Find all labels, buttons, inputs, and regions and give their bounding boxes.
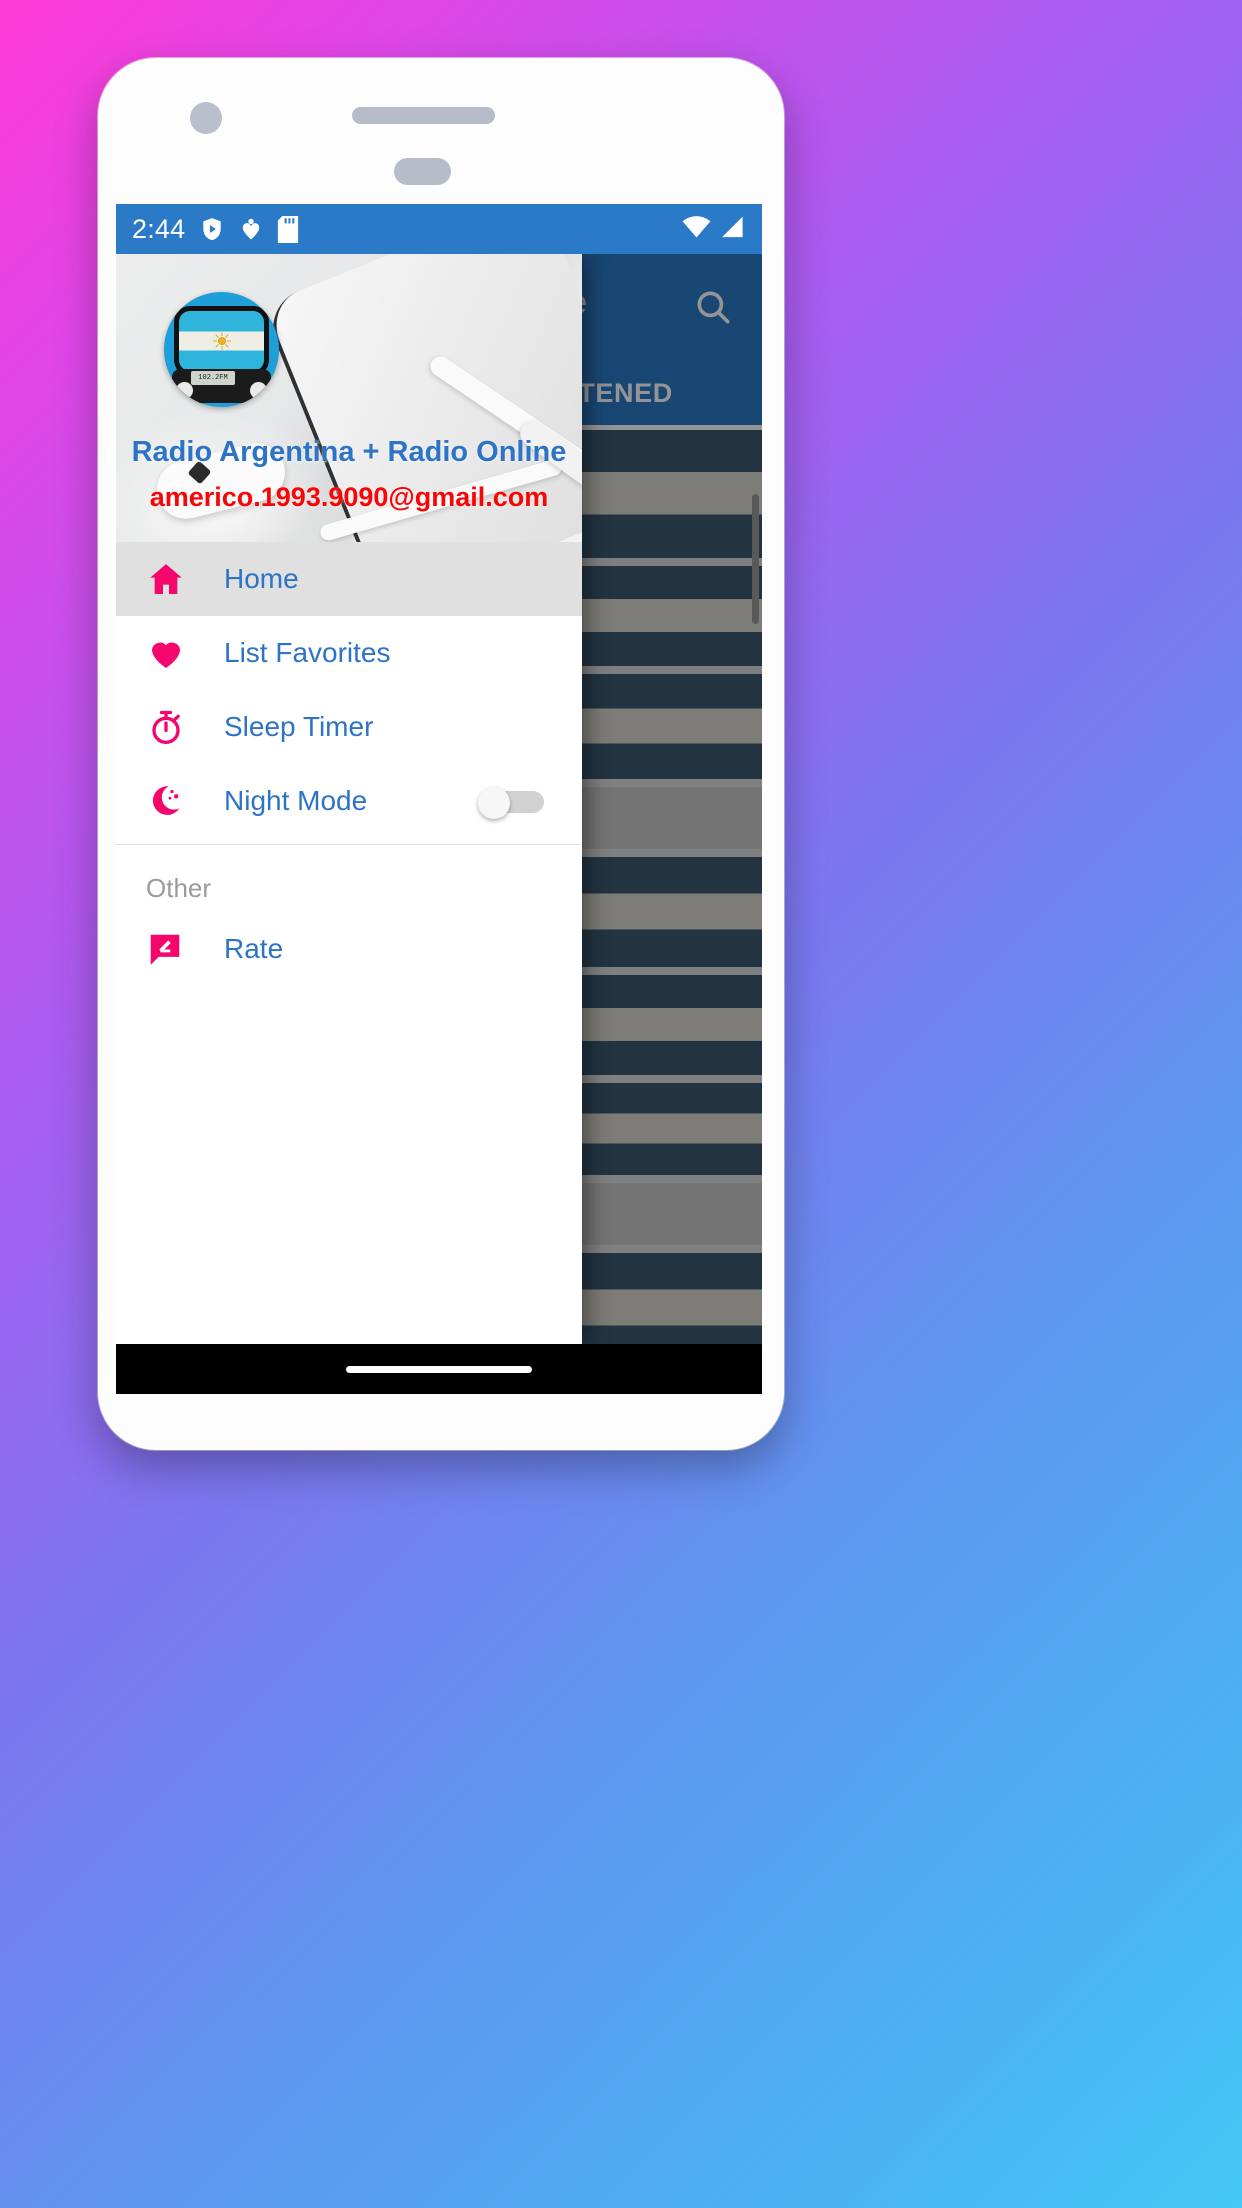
heart-icon [146, 633, 208, 673]
phone-screen: o Online MOST LISTENED ederal [116, 204, 762, 1394]
drawer-item-rate[interactable]: Rate [116, 912, 582, 986]
sensor-pill [394, 158, 451, 185]
radio-knob-right [250, 382, 267, 399]
earpiece-speaker [352, 107, 495, 124]
radio-knob-left [176, 382, 193, 399]
radio-frequency-display: 102.2FM [191, 371, 235, 385]
play-shield-icon [199, 216, 225, 242]
drawer-item-label: Rate [224, 933, 284, 964]
drawer-item-list-favorites[interactable]: List Favorites [116, 616, 582, 690]
front-camera-icon [190, 102, 222, 134]
sd-card-icon [277, 215, 299, 243]
drawer-email: americo.1993.9090@gmail.com [149, 482, 549, 512]
navigation-drawer: 102.2FM Radio Argentina + Radio Online a… [116, 254, 582, 1344]
system-navigation-bar [116, 1344, 762, 1394]
drawer-header: 102.2FM Radio Argentina + Radio Online a… [116, 254, 582, 542]
moon-icon [146, 781, 208, 821]
status-bar: 2:44 [116, 204, 762, 254]
drawer-divider [116, 844, 582, 845]
phone-device-frame: o Online MOST LISTENED ederal [98, 58, 784, 1450]
argentina-flag-icon [174, 306, 269, 376]
drawer-item-label: List Favorites [224, 637, 391, 668]
avatar[interactable]: 102.2FM [164, 292, 279, 407]
home-indicator[interactable] [346, 1365, 532, 1373]
drawer-item-label: Sleep Timer [224, 711, 374, 742]
drawer-item-home[interactable]: Home [116, 542, 582, 616]
drawer-item-label: Night Mode [224, 785, 368, 816]
night-mode-toggle[interactable] [478, 787, 548, 819]
home-icon [146, 559, 208, 599]
drawer-item-label: Home [224, 563, 299, 594]
signal-icon [719, 215, 746, 244]
stopwatch-icon [146, 707, 208, 747]
status-bar-clock: 2:44 [132, 213, 186, 244]
heart-person-icon [239, 216, 263, 242]
wifi-icon [681, 215, 712, 244]
rate-review-icon [146, 930, 208, 968]
drawer-section-other: Other [146, 873, 212, 903]
status-bar-right-icons [681, 215, 746, 244]
drawer-title: Radio Argentina + Radio Online [131, 436, 567, 468]
drawer-item-sleep-timer[interactable]: Sleep Timer [116, 690, 582, 764]
drawer-item-night-mode[interactable]: Night Mode [116, 764, 582, 838]
toggle-thumb [478, 787, 510, 819]
